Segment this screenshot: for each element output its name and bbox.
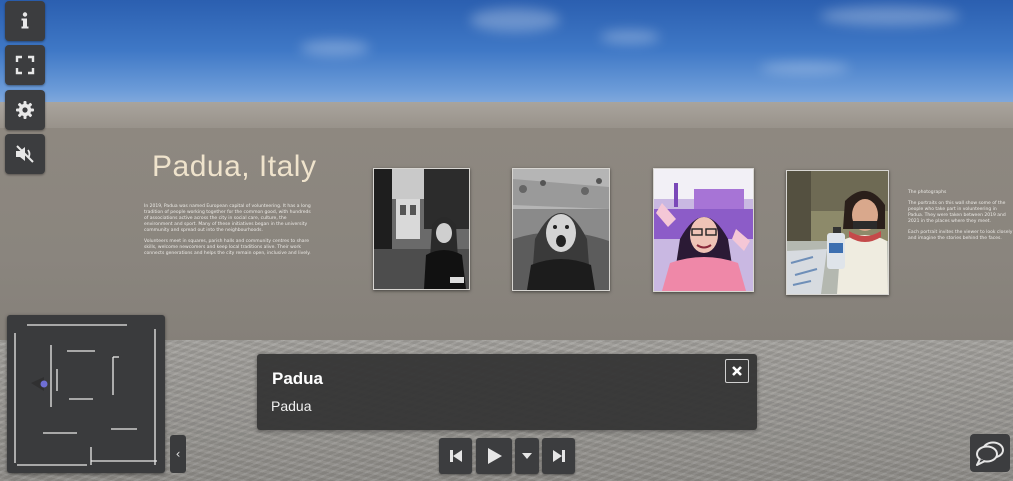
exhibit-paragraph: The portraits on this wall show some of … bbox=[908, 201, 1006, 224]
minimap[interactable] bbox=[7, 315, 165, 473]
play-button[interactable] bbox=[476, 438, 512, 474]
minimap-floorplan bbox=[14, 324, 157, 466]
fullscreen-icon bbox=[15, 55, 35, 75]
info-panel-subtitle: Padua bbox=[271, 398, 312, 414]
settings-button[interactable] bbox=[5, 90, 45, 130]
skip-previous-icon bbox=[449, 450, 462, 462]
artwork-photo-1[interactable] bbox=[373, 168, 470, 290]
skip-next-icon bbox=[552, 450, 565, 462]
artwork-photo-4[interactable] bbox=[786, 170, 889, 295]
gear-icon bbox=[16, 101, 34, 119]
chat-button[interactable] bbox=[970, 434, 1010, 472]
artwork-photo-3[interactable] bbox=[653, 168, 754, 292]
wall-top bbox=[0, 102, 1013, 130]
exhibit-title: Padua, Italy bbox=[152, 150, 317, 183]
exhibit-paragraph: Each portrait invites the viewer to look… bbox=[908, 230, 1013, 241]
info-panel-close-button[interactable] bbox=[725, 359, 749, 383]
exhibit-paragraph: Volunteers meet in squares, parish halls… bbox=[144, 239, 311, 256]
close-icon bbox=[732, 366, 742, 376]
exhibit-side-heading: The photographs bbox=[908, 190, 947, 195]
sky bbox=[0, 0, 1013, 112]
playback-options-dropdown[interactable] bbox=[515, 438, 539, 474]
exhibit-paragraph: In 2019, Padua was named European capita… bbox=[144, 204, 311, 233]
artwork-info-panel: Padua Padua bbox=[257, 354, 757, 430]
previous-button[interactable] bbox=[439, 438, 472, 474]
fullscreen-button[interactable] bbox=[5, 45, 45, 85]
exhibit-side-text: The photographs The portraits on this wa… bbox=[908, 190, 1013, 247]
info-panel-title: Padua bbox=[272, 369, 324, 388]
info-button[interactable] bbox=[5, 1, 45, 41]
chevron-down-icon bbox=[522, 453, 532, 459]
chevron-left-icon: ‹ bbox=[175, 447, 181, 461]
exhibit-description: In 2019, Padua was named European capita… bbox=[144, 204, 312, 262]
play-icon bbox=[488, 448, 502, 464]
minimap-collapse-button[interactable]: ‹ bbox=[170, 435, 186, 473]
mute-icon bbox=[16, 145, 34, 163]
sound-toggle-button[interactable] bbox=[5, 134, 45, 174]
chat-bubbles-icon bbox=[976, 441, 1004, 466]
info-icon bbox=[21, 12, 29, 29]
artwork-photo-2[interactable] bbox=[512, 168, 610, 291]
next-button[interactable] bbox=[542, 438, 575, 474]
